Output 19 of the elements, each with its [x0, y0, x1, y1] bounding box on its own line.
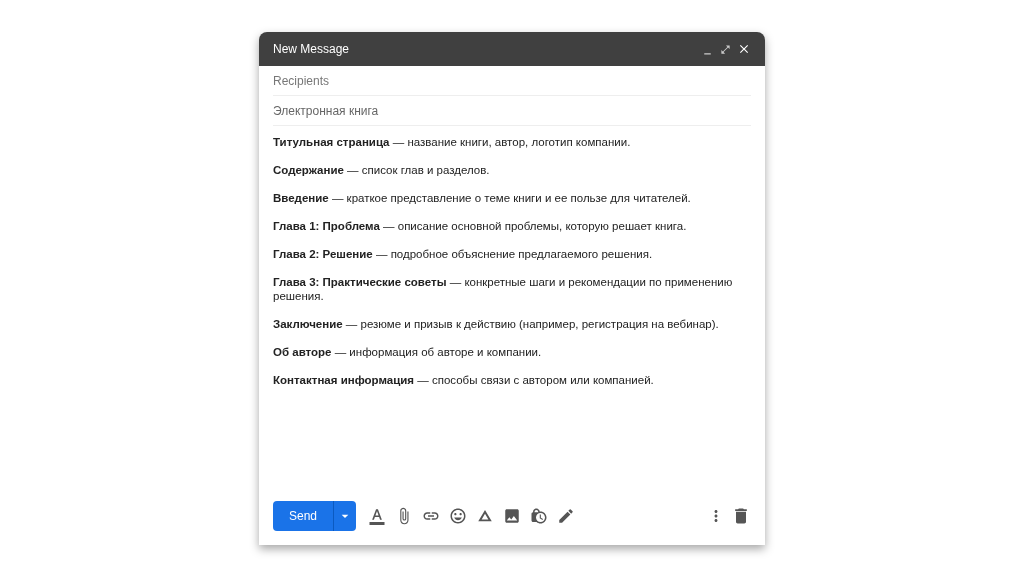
- subject-field[interactable]: Электронная книга: [273, 96, 751, 126]
- recipients-field[interactable]: Recipients: [273, 66, 751, 96]
- pen-icon[interactable]: [557, 507, 575, 525]
- body-paragraph: Об авторе — информация об авторе и компании.: [273, 345, 543, 359]
- body-paragraph: Глава 3: Практические советы — конкретные шаги и рекомендации по применению решения.: [273, 275, 734, 303]
- body-paragraph: Введение — краткое представление о теме книги и ее пользе для читателей.: [273, 191, 692, 205]
- body-paragraph: Контактная информация — способы связи с автором или компанией.: [273, 373, 655, 387]
- body-paragraph: Заключение — резюме и призыв к действию (например, регистрация на вебинар).: [273, 317, 720, 331]
- image-icon[interactable]: [503, 507, 521, 525]
- body-paragraph: Глава 2: Решение — подробное объяснение предлагаемого решения.: [273, 247, 654, 261]
- window-title: New Message: [273, 41, 351, 58]
- smiley-icon[interactable]: [449, 507, 467, 525]
- expand-icon[interactable]: [720, 43, 731, 55]
- close-icon[interactable]: [737, 42, 751, 56]
- body-paragraph: Содержание — список глав и разделов.: [273, 163, 491, 177]
- text-format-icon[interactable]: [368, 507, 386, 525]
- body-paragraph: Титульная страница — название книги, автор, логотип компании.: [273, 135, 632, 149]
- body-paragraph: Глава 1: Проблема — описание основной проблемы, которую решает книга.: [273, 219, 688, 233]
- lock-clock-icon[interactable]: [530, 507, 548, 525]
